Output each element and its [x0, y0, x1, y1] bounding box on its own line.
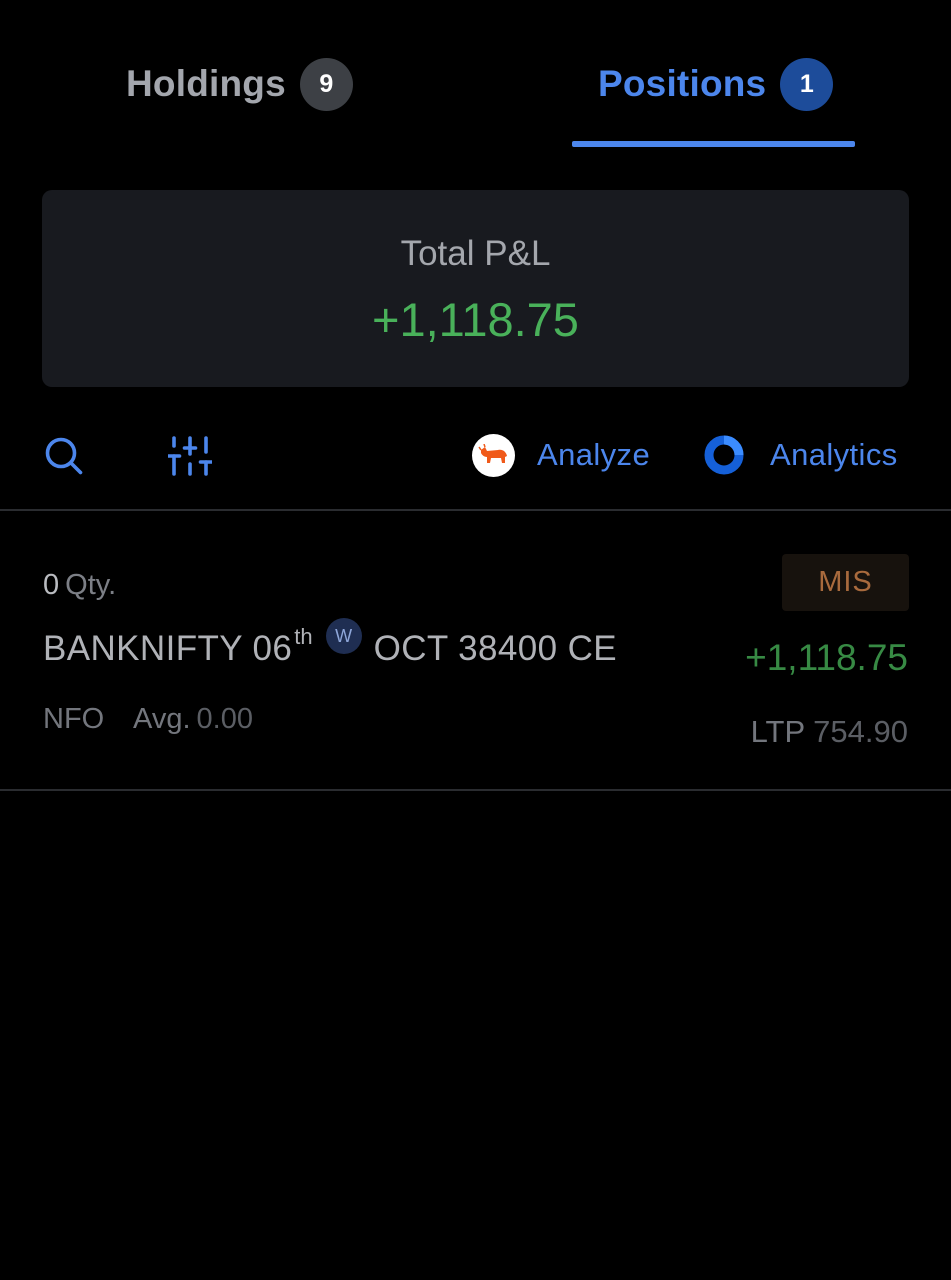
active-tab-indicator — [572, 141, 855, 147]
product-type-badge: MIS — [782, 554, 909, 611]
expiry-day-suffix: th — [294, 624, 313, 649]
analytics-label: Analytics — [770, 437, 898, 472]
analyze-label: Analyze — [537, 437, 651, 472]
total-pnl-value: +1,118.75 — [372, 293, 579, 346]
ltp-label: LTP — [750, 714, 806, 749]
tab-positions-label: Positions — [598, 63, 767, 104]
position-pnl: +1,118.75 — [745, 637, 908, 678]
analytics-button[interactable]: Analytics — [703, 433, 898, 477]
symbol-contract: OCT 38400 CE — [373, 629, 618, 668]
position-qty: 0 Qty. — [43, 569, 116, 602]
bull-logo-icon — [472, 433, 515, 477]
qty-label: Qty. — [65, 569, 117, 601]
sliders-icon[interactable] — [166, 436, 214, 476]
qty-value: 0 — [43, 569, 60, 601]
tab-bar: Holdings 9 Positions 1 — [0, 0, 951, 150]
ltp-value: 754.90 — [813, 714, 908, 749]
search-icon[interactable] — [44, 436, 84, 476]
analyze-button[interactable]: Analyze — [472, 433, 650, 477]
weekly-expiry-badge: W — [325, 618, 362, 654]
row-divider — [0, 789, 951, 791]
average-price: Avg. 0.00 — [133, 703, 253, 736]
total-pnl-title: Total P&L — [400, 234, 551, 273]
last-traded-price: LTP 754.90 — [751, 714, 908, 750]
avg-value: 0.00 — [196, 703, 253, 735]
positions-count-badge: 1 — [780, 57, 834, 111]
position-row[interactable]: 0 Qty. MIS BANKNIFTY 06 th W OCT 38400 CE… — [0, 511, 951, 789]
symbol-name: BANKNIFTY 06 — [43, 629, 293, 668]
holdings-count-badge: 9 — [299, 57, 353, 111]
tab-holdings-label: Holdings — [126, 63, 286, 104]
exchange-label: NFO — [43, 703, 105, 735]
avg-label: Avg. — [133, 703, 191, 735]
total-pnl-card: Total P&L +1,118.75 — [42, 190, 909, 387]
tab-holdings[interactable]: Holdings 9 — [126, 56, 353, 112]
tab-positions[interactable]: Positions 1 — [598, 56, 834, 112]
positions-toolbar: Analyze Analytics — [0, 420, 951, 490]
positions-screen: Holdings 9 Positions 1 Total P&L +1,118.… — [0, 0, 951, 1280]
ring-logo-icon — [703, 434, 745, 476]
instrument-name: BANKNIFTY 06 th W OCT 38400 CE — [43, 618, 618, 677]
